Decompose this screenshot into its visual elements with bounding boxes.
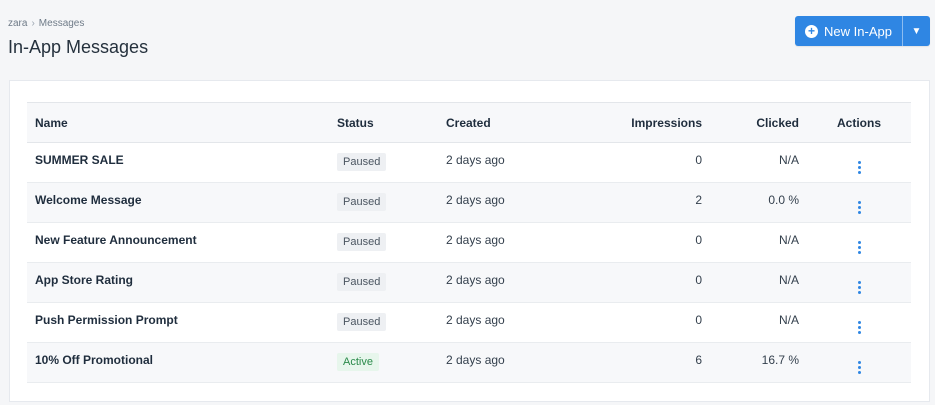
impressions-cell: 0 (695, 273, 702, 287)
status-badge: Paused (337, 273, 387, 291)
message-name[interactable]: App Store Rating (27, 263, 329, 303)
column-header-name[interactable]: Name (27, 103, 329, 143)
status-cell: Paused (329, 143, 438, 183)
status-cell: Paused (329, 183, 438, 223)
table-header-row: Name Status Created Impressions Clicked … (27, 102, 911, 143)
new-in-app-button[interactable]: + New In-App (795, 16, 902, 46)
actions-cell (807, 263, 911, 303)
actions-cell (807, 343, 911, 383)
impressions-cell: 6 (695, 353, 702, 367)
message-name[interactable]: Welcome Message (27, 183, 329, 223)
more-actions-icon[interactable] (857, 161, 861, 174)
messages-card: Name Status Created Impressions Clicked … (9, 80, 930, 402)
column-header-created[interactable]: Created (438, 103, 578, 143)
status-badge: Active (337, 353, 379, 371)
plus-circle-icon: + (805, 24, 819, 38)
column-header-clicked[interactable]: Clicked (710, 103, 807, 143)
page: zara › Messages In-App Messages + New In… (0, 0, 935, 405)
actions-cell (807, 143, 911, 183)
message-name[interactable]: SUMMER SALE (27, 143, 329, 183)
breadcrumb-root[interactable]: zara (8, 18, 27, 29)
created-cell: 2 days ago (446, 273, 505, 287)
status-badge: Paused (337, 193, 387, 211)
more-actions-icon[interactable] (857, 361, 861, 374)
status-cell: Paused (329, 303, 438, 343)
page-title: In-App Messages (8, 37, 149, 57)
more-actions-icon[interactable] (857, 321, 861, 334)
more-actions-icon[interactable] (857, 241, 861, 254)
message-name[interactable]: 10% Off Promotional (27, 343, 329, 383)
breadcrumb: zara › Messages (8, 18, 84, 29)
impressions-cell: 0 (695, 313, 702, 327)
status-cell: Paused (329, 263, 438, 303)
status-badge: Paused (337, 313, 387, 331)
column-header-impressions[interactable]: Impressions (578, 103, 710, 143)
breadcrumb-current[interactable]: Messages (39, 18, 85, 29)
table-row[interactable]: App Store Rating Paused 2 days ago 0 N/A (27, 262, 911, 303)
actions-cell (807, 303, 911, 343)
impressions-cell: 0 (695, 233, 702, 247)
table-row[interactable]: 10% Off Promotional Active 2 days ago 6 … (27, 342, 911, 383)
created-cell: 2 days ago (446, 313, 505, 327)
clicked-cell: N/A (778, 313, 799, 327)
clicked-cell: 0.0 % (768, 193, 799, 207)
messages-table: Name Status Created Impressions Clicked … (27, 102, 911, 383)
clicked-cell: 16.7 % (761, 353, 799, 367)
message-name[interactable]: New Feature Announcement (27, 223, 329, 263)
column-header-actions: Actions (836, 115, 881, 130)
breadcrumb-separator: › (31, 18, 35, 29)
column-header-status[interactable]: Status (329, 103, 438, 143)
dropdown-caret-icon[interactable]: ▼ (903, 16, 930, 46)
impressions-cell: 0 (695, 153, 702, 167)
created-cell: 2 days ago (446, 153, 505, 167)
table-row[interactable]: New Feature Announcement Paused 2 days a… (27, 223, 911, 263)
new-in-app-label: New In-App (824, 23, 892, 39)
table-row[interactable]: Push Permission Prompt Paused 2 days ago… (27, 303, 911, 343)
actions-cell (807, 223, 911, 263)
status-cell: Active (329, 343, 438, 383)
created-cell: 2 days ago (446, 233, 505, 247)
impressions-cell: 2 (695, 193, 702, 207)
status-badge: Paused (337, 153, 387, 171)
created-cell: 2 days ago (446, 193, 505, 207)
new-in-app-button-group: + New In-App ▼ (795, 16, 930, 46)
more-actions-icon[interactable] (857, 201, 861, 214)
table-row[interactable]: SUMMER SALE Paused 2 days ago 0 N/A (27, 143, 911, 183)
clicked-cell: N/A (778, 273, 799, 287)
status-cell: Paused (329, 223, 438, 263)
status-badge: Paused (337, 233, 387, 251)
created-cell: 2 days ago (446, 353, 505, 367)
table-row[interactable]: Welcome Message Paused 2 days ago 2 0.0 … (27, 182, 911, 223)
actions-cell (807, 183, 911, 223)
more-actions-icon[interactable] (857, 281, 861, 294)
message-name[interactable]: Push Permission Prompt (27, 303, 329, 343)
clicked-cell: N/A (778, 153, 799, 167)
clicked-cell: N/A (778, 233, 799, 247)
